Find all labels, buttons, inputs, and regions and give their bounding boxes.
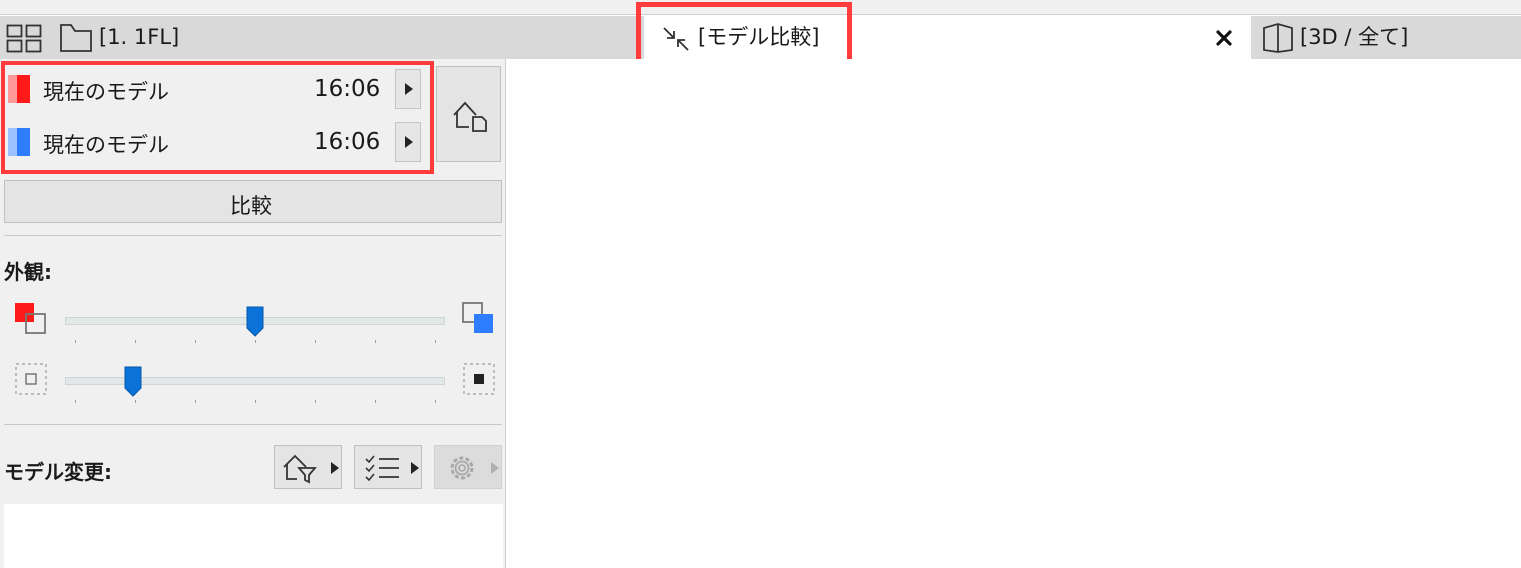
settings-button[interactable]: [434, 445, 502, 489]
tab-floor-plan-label: [1. 1FL]: [99, 25, 180, 49]
model-2-solid-icon: [462, 302, 496, 336]
tick: [195, 400, 196, 403]
triangle-right-icon: [331, 462, 339, 474]
tick: [195, 340, 196, 343]
changes-list[interactable]: [4, 504, 503, 568]
compare-button[interactable]: 比較: [4, 180, 502, 223]
compare-button-label: 比較: [230, 194, 272, 218]
compare-viewport[interactable]: [507, 59, 1521, 568]
tick: [255, 340, 256, 343]
tab-3d[interactable]: [3D / 全て]: [1254, 16, 1521, 59]
filter-elements-button[interactable]: [274, 445, 342, 489]
tab-floor-plan[interactable]: [1. 1FL]: [56, 16, 206, 59]
slider-1-ticks: [65, 340, 445, 344]
solid-small-icon: [462, 362, 496, 396]
triangle-right-icon: [491, 462, 499, 474]
triangle-right-icon: [411, 462, 419, 474]
gear-icon: [445, 452, 479, 484]
tick: [135, 340, 136, 343]
grid-icon[interactable]: [6, 24, 44, 54]
checklist-icon: [363, 452, 403, 484]
house-document-icon: [451, 97, 489, 133]
tick: [435, 400, 436, 403]
tab-3d-label: [3D / 全て]: [1300, 25, 1409, 49]
tick: [315, 400, 316, 403]
tick: [315, 340, 316, 343]
tick: [135, 400, 136, 403]
opacity-slider-thumb[interactable]: [124, 366, 142, 397]
tick: [255, 400, 256, 403]
tick: [75, 400, 76, 403]
slider-2-ticks: [65, 400, 445, 404]
tick: [375, 400, 376, 403]
model-1-solid-icon: [14, 302, 48, 336]
highlight-model-list: [1, 61, 434, 174]
swap-models-button[interactable]: [436, 66, 501, 162]
model-changes-title: モデル変更:: [4, 460, 112, 484]
close-icon[interactable]: [1214, 28, 1234, 48]
separator: [4, 235, 502, 236]
transparent-small-icon: [14, 362, 48, 396]
tick: [375, 340, 376, 343]
floor-plan-icon: [59, 23, 93, 53]
tick: [75, 340, 76, 343]
separator: [4, 424, 502, 425]
house-filter-icon: [281, 452, 321, 484]
opacity-slider-track[interactable]: [65, 377, 445, 385]
tick: [435, 340, 436, 343]
color-balance-slider-thumb[interactable]: [246, 306, 264, 337]
change-list-button[interactable]: [354, 445, 422, 489]
appearance-title: 外観:: [4, 260, 52, 284]
3d-view-icon: [1260, 22, 1296, 54]
